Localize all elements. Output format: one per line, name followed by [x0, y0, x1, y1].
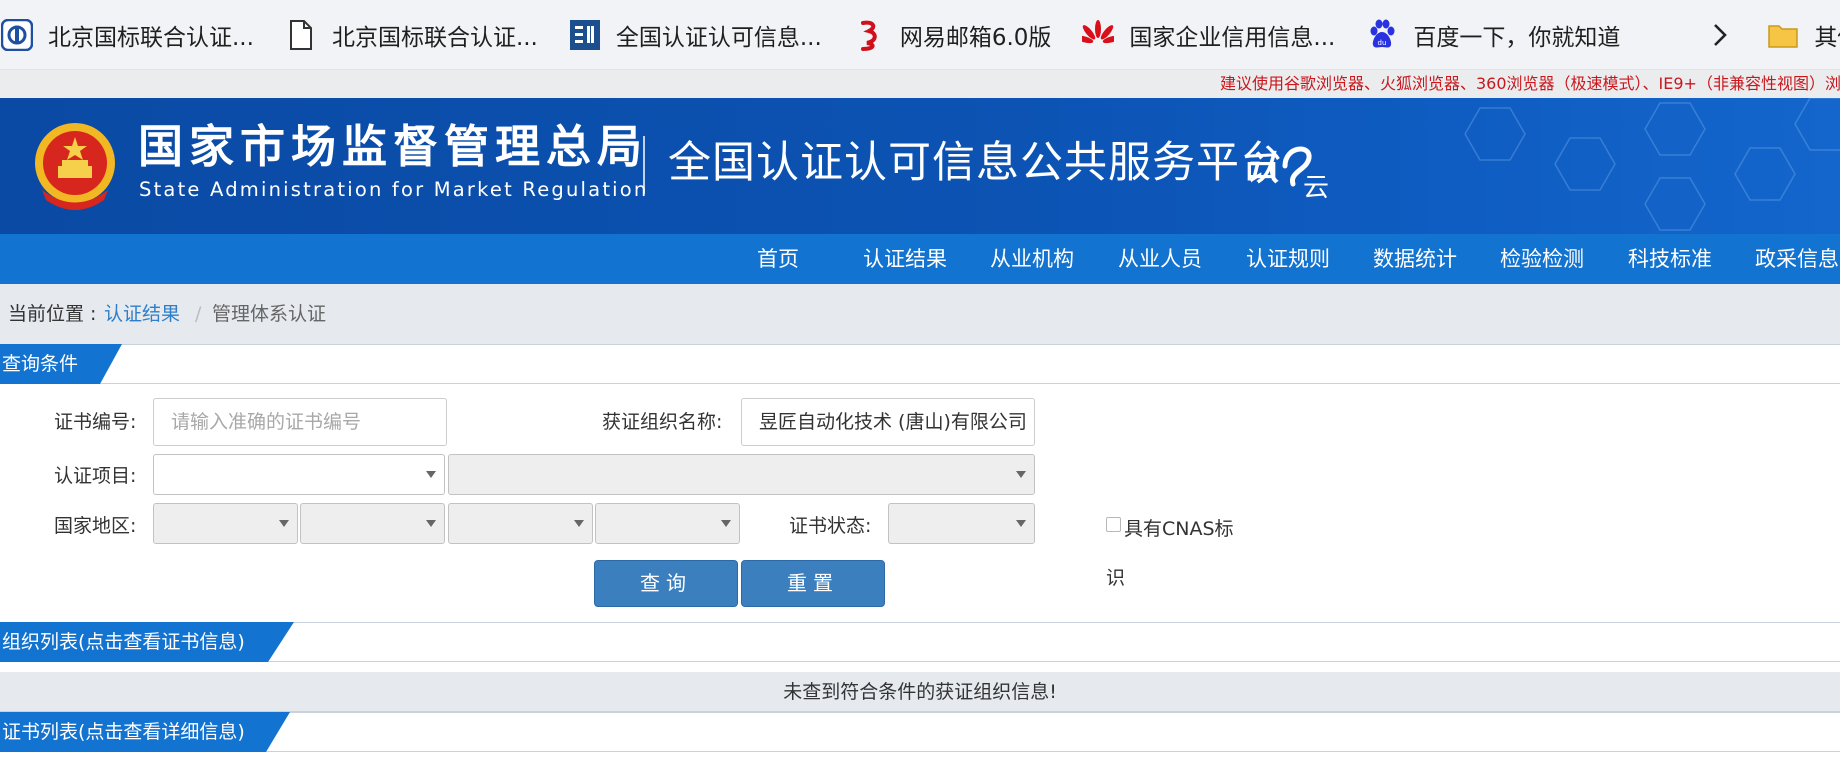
chevron-down-icon	[1016, 471, 1026, 478]
org-list-title: 组织列表(点击查看证书信息)	[0, 622, 294, 662]
query-section-title-text: 查询条件	[2, 353, 79, 375]
bookmark-5-label: 国家企业信用信息...	[1129, 24, 1336, 51]
bookmark-4-label: 网易邮箱6.0版	[899, 24, 1052, 51]
browser-hint: 建议使用谷歌浏览器、火狐浏览器、360浏览器（极速模式）、IE9+（非兼容性视图…	[0, 70, 1840, 98]
query-section-title: 查询条件	[0, 344, 122, 384]
cert-no-label: 证书编号:	[54, 411, 137, 433]
chevron-down-icon	[1016, 520, 1026, 527]
cnca-icon	[568, 18, 602, 52]
org-name-label: 获证组织名称:	[602, 411, 723, 433]
nav-personnel[interactable]: 从业人员	[1118, 234, 1202, 284]
bookmark-5[interactable]: 国家企业信用信息...	[1081, 0, 1335, 70]
header-banner: 国家市场监督管理总局 State Administration for Mark…	[0, 98, 1840, 234]
svg-text:云: 云	[1303, 173, 1329, 200]
chevron-down-icon	[574, 520, 584, 527]
cnas-checkbox-label: 具有CNAS标	[1124, 518, 1234, 540]
org-list-header: 组织列表(点击查看证书信息)	[0, 622, 1840, 662]
bookmark-2-label: 北京国标联合认证...	[331, 24, 538, 51]
nav-home[interactable]: 首页	[757, 234, 799, 284]
main-nav: 首页 认证结果 从业机构 从业人员 认证规则 数据统计 检验检测 科技标准 政采…	[0, 234, 1840, 284]
document-icon	[284, 18, 318, 52]
cert-item-select[interactable]	[153, 454, 445, 495]
region-country-select[interactable]	[153, 503, 298, 544]
browser-hint-text: 建议使用谷歌浏览器、火狐浏览器、360浏览器（极速模式）、IE9+（非兼容性视图…	[1220, 74, 1840, 93]
nav-statistics[interactable]: 数据统计	[1373, 234, 1457, 284]
platform-title: 全国认证认可信息公共服务平台	[668, 138, 1284, 188]
bookmark-other[interactable]: 其他收藏	[1766, 0, 1840, 70]
banner-divider	[643, 136, 645, 194]
chevron-down-icon	[279, 520, 289, 527]
query-button[interactable]: 查询	[594, 560, 738, 607]
svg-text:认: 认	[1245, 149, 1279, 189]
baidu-paw-icon: du	[1365, 18, 1399, 52]
hexagon-pattern-icon	[1464, 98, 1840, 231]
cnas-checkbox[interactable]	[1106, 517, 1121, 532]
nav-cert-results[interactable]: 认证结果	[863, 234, 947, 284]
org-list-title-text: 组织列表(点击查看证书信息)	[2, 631, 245, 653]
region-label: 国家地区:	[54, 515, 137, 537]
nav-cert-rules[interactable]: 认证规则	[1246, 234, 1330, 284]
status-label: 证书状态:	[789, 515, 872, 537]
bookmark-6-label: 百度一下，你就知道	[1413, 24, 1621, 51]
region-city-select[interactable]	[448, 503, 593, 544]
bookmark-4[interactable]: 网易邮箱6.0版	[852, 0, 1052, 70]
cloud-logo-icon: 认 云	[1245, 146, 1329, 200]
bookmark-6[interactable]: du 百度一下，你就知道	[1365, 0, 1620, 70]
chevron-down-icon	[426, 520, 436, 527]
region-district-select[interactable]	[595, 503, 740, 544]
svg-text:du: du	[1378, 39, 1387, 47]
status-select[interactable]	[888, 503, 1035, 544]
chevron-down-icon	[721, 520, 731, 527]
nav-inspection[interactable]: 检验检测	[1500, 234, 1584, 284]
chevron-right-icon[interactable]	[1712, 15, 1728, 55]
breadcrumb: 当前位置 : 认证结果 / 管理体系认证	[0, 284, 1840, 344]
bookmark-1[interactable]: 北京国标联合认证...	[0, 0, 254, 70]
huawei-icon	[1081, 18, 1115, 52]
nav-institutions[interactable]: 从业机构	[990, 234, 1074, 284]
bookmark-1-label: 北京国标联合认证...	[48, 24, 254, 51]
cnas-checkbox-label-wrap: 识	[1106, 567, 1126, 589]
breadcrumb-current: 管理体系认证	[212, 303, 327, 325]
bookmark-3-label: 全国认证认可信息...	[615, 24, 822, 51]
nav-procurement[interactable]: 政采信息	[1755, 234, 1839, 284]
cert-list-title-text: 证书列表(点击查看详细信息)	[2, 721, 245, 743]
cert-site-icon	[0, 18, 34, 52]
breadcrumb-label: 当前位置 :	[8, 303, 97, 325]
cert-subitem-select[interactable]	[448, 454, 1035, 495]
breadcrumb-separator: /	[195, 303, 202, 325]
bookmark-other-label: 其他收藏	[1814, 24, 1840, 51]
cert-item-label: 认证项目:	[54, 465, 137, 487]
cert-no-input[interactable]: 请输入准确的证书编号	[153, 398, 447, 446]
netease-mail-icon	[852, 18, 886, 52]
chevron-down-icon	[426, 471, 436, 478]
query-section-header: 查询条件	[0, 344, 1840, 384]
national-emblem-icon	[35, 123, 115, 210]
agency-name-en: State Administration for Market Regulati…	[139, 178, 649, 201]
agency-name-cn: 国家市场监督管理总局	[138, 120, 649, 173]
folder-icon	[1766, 18, 1800, 52]
bookmark-2[interactable]: 北京国标联合认证...	[284, 0, 538, 70]
reset-button[interactable]: 重置	[741, 560, 885, 607]
cert-list-title: 证书列表(点击查看详细信息)	[0, 712, 290, 752]
org-name-input[interactable]: 昱匠自动化技术 (唐山)有限公司	[741, 398, 1035, 446]
nav-standards[interactable]: 科技标准	[1628, 234, 1712, 284]
cert-list-header: 证书列表(点击查看详细信息)	[0, 712, 1840, 752]
org-list-empty-message: 未查到符合条件的获证组织信息!	[0, 672, 1840, 712]
region-province-select[interactable]	[300, 503, 445, 544]
bookmark-3[interactable]: 全国认证认可信息...	[568, 0, 822, 70]
bookmarks-bar: 北京国标联合认证... 北京国标联合认证... 全国认证认可信息... 网易邮箱…	[0, 0, 1840, 70]
breadcrumb-link-cert-results[interactable]: 认证结果	[104, 284, 180, 344]
